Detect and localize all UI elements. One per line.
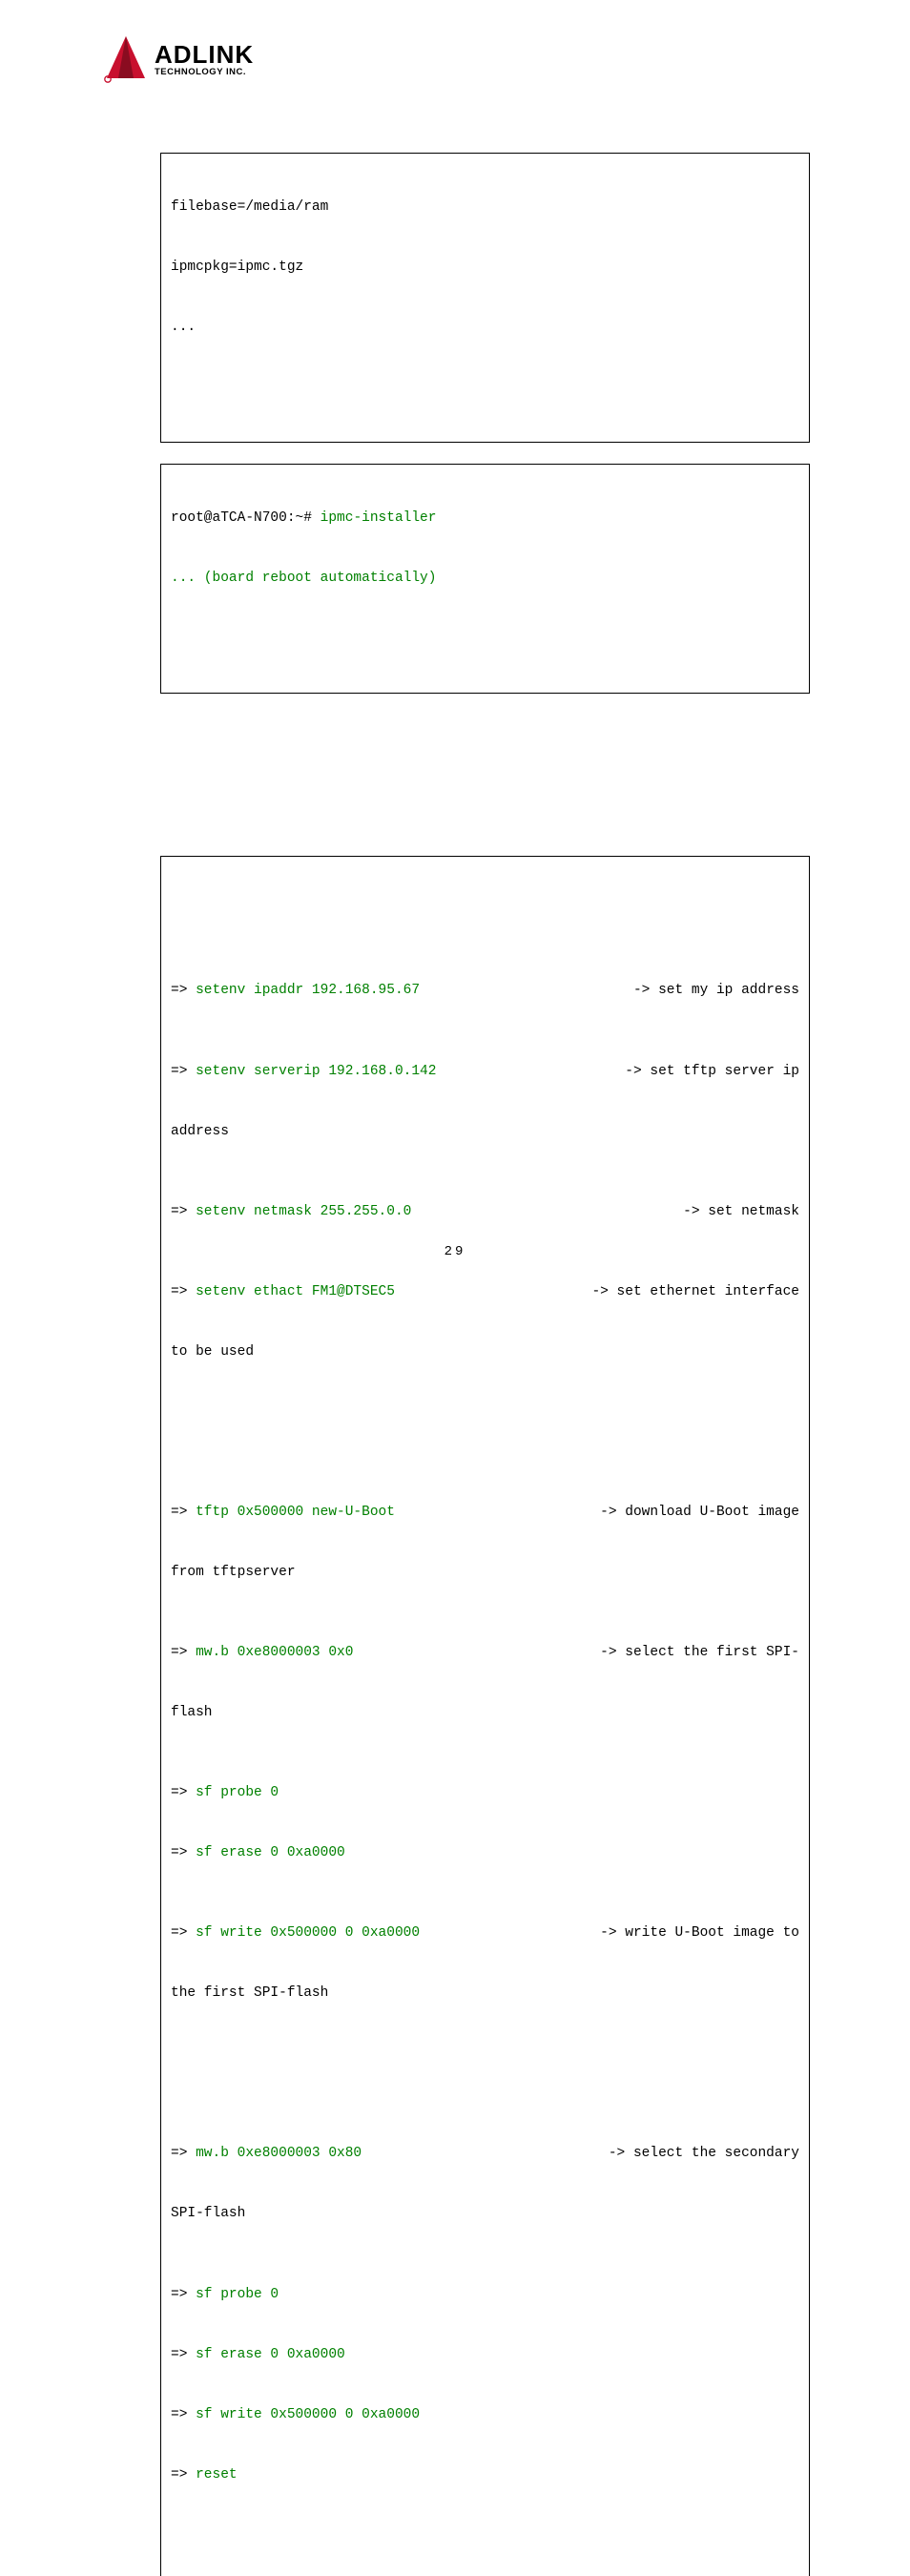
page-number: 29: [445, 1244, 466, 1259]
command: sf probe 0: [196, 1785, 279, 1800]
code-line: [171, 901, 799, 921]
comment: -> set netmask: [683, 1202, 799, 1222]
command: tftp 0x500000 new-U-Boot: [196, 1505, 395, 1520]
svg-text:TECHNOLOGY INC.: TECHNOLOGY INC.: [155, 67, 246, 77]
comment: -> download U-Boot image: [600, 1503, 799, 1523]
prompt: =>: [171, 1064, 196, 1079]
svg-text:ADLINK: ADLINK: [155, 40, 254, 69]
prompt: =>: [171, 1845, 196, 1860]
code-line: [171, 1423, 799, 1443]
code-box-2: root@aTCA-N700:~# ipmc-installer ... (bo…: [160, 464, 810, 694]
code-line: filebase=/media/ram: [171, 197, 799, 218]
prompt: =>: [171, 2287, 196, 2302]
code-line: [171, 2064, 799, 2084]
command: mw.b 0xe8000003 0x0: [196, 1645, 353, 1660]
command: sf write 0x500000 0 0xa0000: [196, 2407, 420, 2422]
code-line: => sf write 0x500000 0 0xa0000 -> write U…: [171, 1923, 799, 1943]
code-line: SPI-flash: [171, 2204, 799, 2224]
prompt: =>: [171, 1505, 196, 1520]
comment: -> select the secondary: [609, 2144, 799, 2164]
code-line: => mw.b 0xe8000003 0x80 -> select the sec…: [171, 2144, 799, 2164]
command: reset: [196, 2467, 238, 2483]
comment: -> write U-Boot image to: [600, 1923, 799, 1943]
code-line: address: [171, 1122, 799, 1142]
command: mw.b 0xe8000003 0x80: [196, 2146, 362, 2161]
code-line: root@aTCA-N700:~# ipmc-installer: [171, 509, 799, 529]
command: sf write 0x500000 0 0xa0000: [196, 1925, 420, 1941]
adlink-logo-icon: ADLINK TECHNOLOGY INC.: [99, 31, 300, 86]
page-content: filebase=/media/ram ipmcpkg=ipmc.tgz ...…: [0, 38, 910, 2576]
command: setenv netmask 255.255.0.0: [196, 1204, 411, 1219]
code-line: => sf probe 0: [171, 2285, 799, 2305]
command: sf erase 0 0xa0000: [196, 2347, 345, 2362]
command: setenv serverip 192.168.0.142: [196, 1064, 436, 1079]
prompt: =>: [171, 1204, 196, 1219]
code-line: ...: [171, 318, 799, 338]
code-line: ... (board reboot automatically): [171, 569, 799, 589]
prompt: =>: [171, 2146, 196, 2161]
logo: ADLINK TECHNOLOGY INC.: [99, 31, 300, 86]
prompt: =>: [171, 2467, 196, 2483]
code-line: => setenv serverip 192.168.0.142 -> set t…: [171, 1062, 799, 1082]
code-line: [171, 378, 799, 398]
prompt: =>: [171, 1925, 196, 1941]
command: setenv ipaddr 192.168.95.67: [196, 983, 420, 998]
code-line: => tftp 0x500000 new-U-Boot -> download U…: [171, 1503, 799, 1523]
command: setenv ethact FM1@DTSEC5: [196, 1284, 395, 1299]
prompt: =>: [171, 1785, 196, 1800]
code-line: => reset: [171, 2465, 799, 2485]
command: sf probe 0: [196, 2287, 279, 2302]
code-line: [171, 629, 799, 649]
code-line: => sf probe 0: [171, 1783, 799, 1803]
prompt: root@aTCA-N700:~#: [171, 510, 321, 526]
code-line: the first SPI-flash: [171, 1984, 799, 2004]
prompt: =>: [171, 2347, 196, 2362]
code-line: => sf write 0x500000 0 0xa0000: [171, 2405, 799, 2425]
comment: -> set ethernet interface: [591, 1282, 799, 1302]
code-line: => mw.b 0xe8000003 0x0 -> select the firs…: [171, 1643, 799, 1663]
prompt: =>: [171, 1284, 196, 1299]
code-line: => setenv ipaddr 192.168.95.67 -> set my …: [171, 981, 799, 1001]
code-line: => setenv ethact FM1@DTSEC5 -> set ethern…: [171, 1282, 799, 1302]
comment: -> set tftp server ip: [625, 1062, 799, 1082]
code-box-1: filebase=/media/ram ipmcpkg=ipmc.tgz ...: [160, 153, 810, 443]
code-line: ipmcpkg=ipmc.tgz: [171, 258, 799, 278]
code-box-3: => setenv ipaddr 192.168.95.67 -> set my …: [160, 856, 810, 2576]
prompt: =>: [171, 2407, 196, 2422]
code-line: => sf erase 0 0xa0000: [171, 1843, 799, 1863]
comment: -> select the first SPI-: [600, 1643, 799, 1663]
code-line: [171, 2545, 799, 2566]
command: ipmc-installer: [321, 510, 437, 526]
command: sf erase 0 0xa0000: [196, 1845, 345, 1860]
code-line: => sf erase 0 0xa0000: [171, 2345, 799, 2365]
comment: -> set my ip address: [633, 981, 799, 1001]
code-line: to be used: [171, 1342, 799, 1362]
prompt: =>: [171, 983, 196, 998]
prompt: =>: [171, 1645, 196, 1660]
code-line: => setenv netmask 255.255.0.0 -> set netm…: [171, 1202, 799, 1222]
code-line: flash: [171, 1703, 799, 1723]
code-line: from tftpserver: [171, 1563, 799, 1583]
